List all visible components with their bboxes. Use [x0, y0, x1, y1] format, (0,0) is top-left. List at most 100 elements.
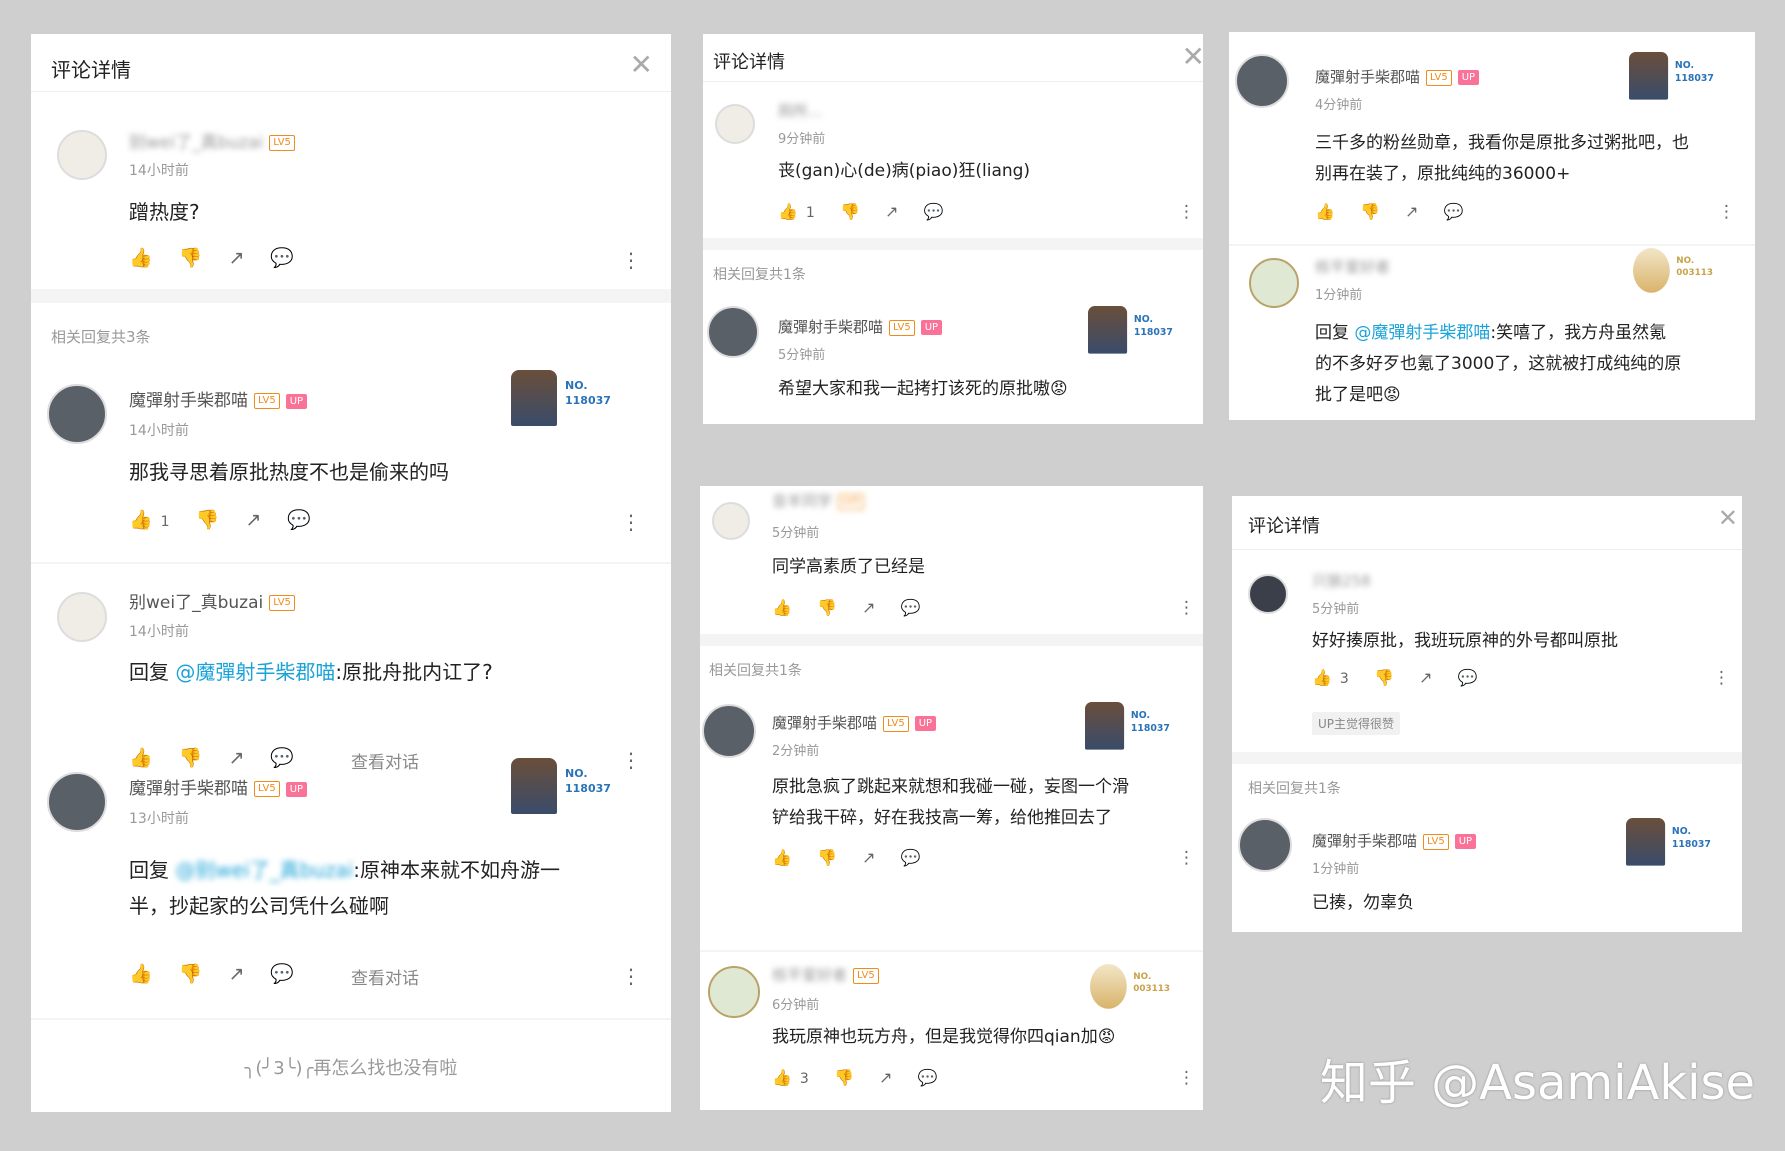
share-icon[interactable]: ↗ [245, 509, 261, 531]
timestamp: 14小时前 [129, 163, 189, 179]
share-icon[interactable]: ↗ [1405, 202, 1418, 221]
more-icon[interactable]: ⋮ [1713, 668, 1730, 688]
like-icon[interactable]: 👍 [778, 202, 798, 221]
avatar[interactable] [708, 966, 760, 1018]
close-icon[interactable]: ✕ [1718, 504, 1738, 532]
dislike-icon[interactable]: 👎 [840, 202, 860, 221]
like-icon[interactable]: 👍 [129, 509, 153, 531]
like-icon[interactable]: 👍 [129, 747, 153, 769]
avatar[interactable] [47, 384, 107, 444]
reply-icon[interactable]: 💬 [917, 1068, 937, 1087]
more-icon[interactable]: ⋮ [621, 510, 641, 534]
character-icon [1626, 818, 1666, 866]
username[interactable]: 魔彈射手柴郡喵 LV5 UP [1315, 66, 1480, 87]
share-icon[interactable]: ↗ [228, 963, 244, 985]
more-icon[interactable]: ⋮ [621, 964, 641, 988]
username[interactable]: 魔彈射手柴郡喵 LV5 UP [129, 774, 308, 799]
avatar[interactable] [707, 306, 759, 358]
username[interactable]: 音羊同学 LV5 [772, 490, 864, 511]
reply-icon[interactable]: 💬 [270, 963, 294, 985]
username[interactable]: 别wei了_真buzai LV5 [129, 588, 295, 613]
more-icon[interactable]: ⋮ [1178, 848, 1195, 868]
panel-header: 评论详情 ✕ [703, 34, 1203, 82]
dislike-icon[interactable]: 👎 [834, 1068, 854, 1087]
avatar[interactable] [1249, 258, 1299, 308]
dislike-icon[interactable]: 👎 [1360, 202, 1380, 221]
dislike-icon[interactable]: 👎 [179, 747, 203, 769]
dislike-icon[interactable]: 👎 [817, 598, 837, 617]
avatar[interactable] [702, 704, 756, 758]
username[interactable]: 魔彈射手柴郡喵 LV5 UP [778, 316, 943, 337]
username[interactable]: 只狼258 [1312, 570, 1371, 591]
related-replies-count: 相关回复共1条 [713, 267, 806, 283]
more-icon[interactable]: ⋮ [621, 248, 641, 272]
up-badge: UP [285, 393, 308, 409]
username[interactable]: 魔彈射手柴郡喵 LV5 UP [1312, 830, 1477, 851]
reply-icon[interactable]: 💬 [901, 598, 921, 617]
close-icon[interactable]: ✕ [1182, 40, 1203, 73]
like-icon[interactable]: 👍 [1312, 668, 1332, 687]
like-icon[interactable]: 👍 [129, 963, 153, 985]
reply-icon[interactable]: 💬 [270, 747, 294, 769]
mention-link[interactable]: @魔彈射手柴郡喵 [175, 660, 335, 684]
more-icon[interactable]: ⋮ [1178, 598, 1195, 618]
username[interactable]: 别wei了_真buzai LV5 [129, 128, 295, 153]
share-icon[interactable]: ↗ [879, 1068, 892, 1087]
end-of-list-text: ╮(╯3╰)╭再怎么找也没有啦 [244, 1058, 458, 1079]
avatar[interactable] [1238, 818, 1292, 872]
share-icon[interactable]: ↗ [862, 848, 875, 867]
action-bar: 👍 1 👎 ↗ 💬 [129, 508, 331, 531]
badge-number: NO. 003113 [1133, 971, 1170, 994]
share-icon[interactable]: ↗ [228, 747, 244, 769]
dislike-icon[interactable]: 👎 [196, 509, 220, 531]
reply-icon[interactable]: 💬 [901, 848, 921, 867]
more-icon[interactable]: ⋮ [1178, 1068, 1195, 1088]
username[interactable]: 厕所... [778, 100, 822, 121]
character-icon [511, 758, 557, 814]
more-icon[interactable]: ⋮ [1178, 202, 1195, 222]
dislike-icon[interactable]: 👎 [1374, 668, 1394, 687]
username[interactable]: 核平爱好者 [1315, 256, 1390, 277]
reply-icon[interactable]: 💬 [1457, 668, 1477, 687]
comment-panel-5: 评论详情 ✕ 只狼258 5分钟前 好好揍原批，我班玩原神的外号都叫原批 👍 3 … [1232, 496, 1742, 932]
level-badge: LV5 [853, 967, 879, 984]
reply-icon[interactable]: 💬 [287, 509, 311, 531]
fan-medal-badge: NO. 118037 [1626, 818, 1720, 869]
like-icon[interactable]: 👍 [1315, 202, 1335, 221]
action-bar: 👍 1 👎 ↗ 💬 [778, 202, 963, 221]
share-icon[interactable]: ↗ [1419, 668, 1432, 687]
avatar[interactable] [1235, 54, 1289, 108]
share-icon[interactable]: ↗ [862, 598, 875, 617]
reply-icon[interactable]: 💬 [923, 202, 943, 221]
more-icon[interactable]: ⋮ [621, 748, 641, 772]
reply-icon[interactable]: 💬 [1444, 202, 1464, 221]
badge-number: NO. 003113 [1676, 255, 1713, 278]
like-icon[interactable]: 👍 [129, 247, 153, 269]
avatar[interactable] [57, 592, 107, 642]
reply-icon[interactable]: 💬 [270, 247, 294, 269]
avatar[interactable] [47, 772, 107, 832]
username[interactable]: 魔彈射手柴郡喵 LV5 UP [772, 712, 937, 733]
view-conversation-link[interactable]: 查看对话 [351, 964, 419, 989]
username[interactable]: 魔彈射手柴郡喵 LV5 UP [129, 386, 308, 411]
avatar[interactable] [712, 502, 750, 540]
share-icon[interactable]: ↗ [228, 247, 244, 269]
more-icon[interactable]: ⋮ [1718, 202, 1735, 222]
like-icon[interactable]: 👍 [772, 598, 792, 617]
dislike-icon[interactable]: 👎 [179, 963, 203, 985]
dislike-icon[interactable]: 👎 [179, 247, 203, 269]
close-icon[interactable]: ✕ [630, 48, 653, 81]
character-icon [511, 370, 557, 426]
like-icon[interactable]: 👍 [772, 848, 792, 867]
mention-link[interactable]: @别wei了_真buzai [175, 858, 353, 882]
mention-link[interactable]: @魔彈射手柴郡喵 [1354, 323, 1490, 343]
like-icon[interactable]: 👍 [772, 1068, 792, 1087]
up-badge: UP [920, 320, 943, 335]
dislike-icon[interactable]: 👎 [817, 848, 837, 867]
username[interactable]: 核平爱好者 LV5 [772, 964, 879, 985]
avatar[interactable] [57, 130, 107, 180]
share-icon[interactable]: ↗ [885, 202, 898, 221]
avatar[interactable] [715, 104, 755, 144]
view-conversation-link[interactable]: 查看对话 [351, 748, 419, 773]
avatar[interactable] [1248, 574, 1288, 614]
